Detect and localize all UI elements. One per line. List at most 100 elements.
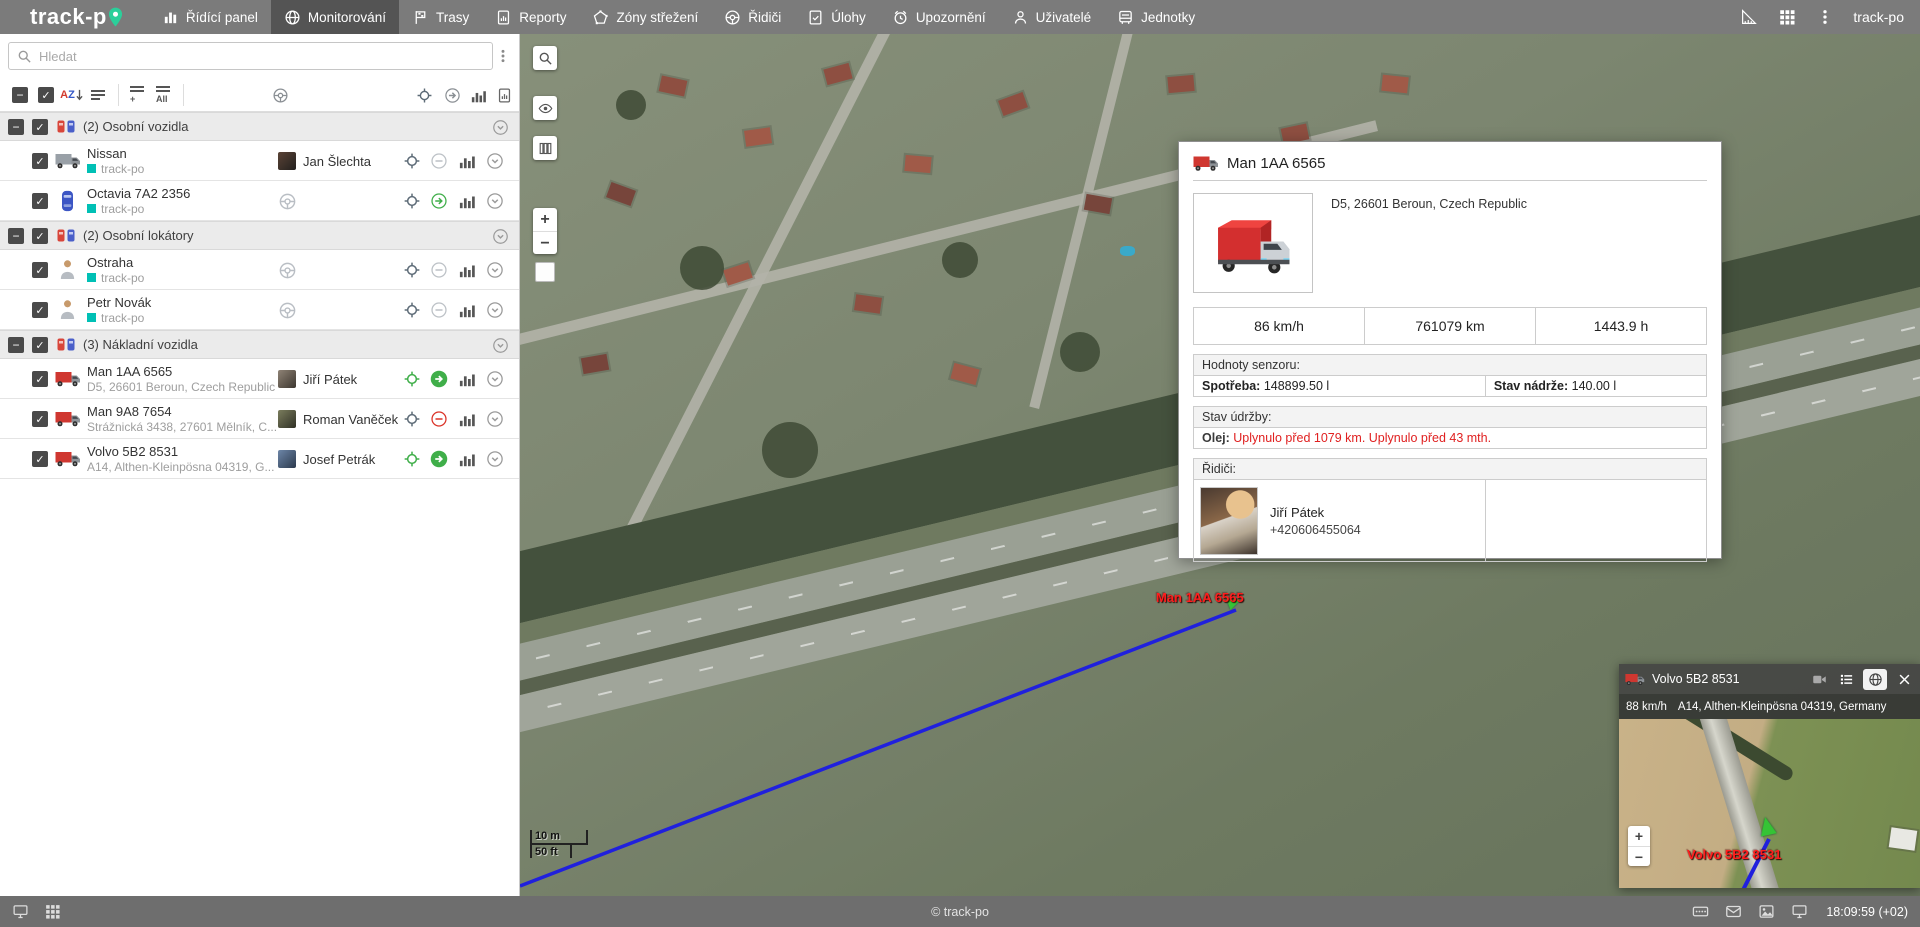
nav-item-notifications[interactable]: Upozornění xyxy=(879,0,999,34)
nav-item-monitoring[interactable]: Monitorování xyxy=(271,0,399,34)
follow-button[interactable] xyxy=(403,152,421,170)
row-checkbox[interactable] xyxy=(32,193,48,209)
stats-button[interactable] xyxy=(459,152,477,170)
group-header-osobni-vozidla[interactable]: (2) Osobní vozidla xyxy=(0,112,519,141)
stats-button[interactable] xyxy=(459,410,477,428)
chevron-down-icon[interactable] xyxy=(486,152,504,170)
search-input[interactable] xyxy=(39,49,484,64)
group-select-checkbox[interactable] xyxy=(32,337,48,353)
row-checkbox[interactable] xyxy=(32,451,48,467)
fullscreen-button[interactable] xyxy=(8,900,32,924)
chevron-down-icon[interactable] xyxy=(486,370,504,388)
stats-button[interactable] xyxy=(459,261,477,279)
chevron-down-icon[interactable] xyxy=(492,228,509,245)
follow-button[interactable] xyxy=(403,301,421,319)
row-checkbox[interactable] xyxy=(32,153,48,169)
panel-button[interactable] xyxy=(1688,900,1712,924)
follow-button-active[interactable] xyxy=(403,370,421,388)
app-logo[interactable]: track-p xyxy=(0,0,149,34)
group-header-osobni-lokatory[interactable]: (2) Osobní lokátory xyxy=(0,221,519,250)
locator-row-ostraha[interactable]: Ostraha track-po xyxy=(0,250,519,290)
grouping-button[interactable] xyxy=(86,83,110,107)
map-canvas[interactable]: Man 1AA 6565 + − 10 m 50 ft Man 1AA 6565… xyxy=(520,34,1920,896)
follow-button[interactable] xyxy=(403,261,421,279)
expand-all-button[interactable]: All xyxy=(151,83,175,107)
vehicle-row-nissan[interactable]: Nissan track-po Jan Šlechta xyxy=(0,141,519,181)
zoom-in-button[interactable]: + xyxy=(1628,826,1650,846)
expand-list-button[interactable]: + xyxy=(125,83,149,107)
row-checkbox[interactable] xyxy=(32,411,48,427)
stats-column-button[interactable] xyxy=(467,83,491,107)
locator-row-petr-novak[interactable]: Petr Novák track-po xyxy=(0,290,519,330)
chevron-down-icon[interactable] xyxy=(492,337,509,354)
account-name[interactable]: track-po xyxy=(1853,9,1904,25)
vehicle-row-octavia[interactable]: Octavia 7A2 2356 track-po xyxy=(0,181,519,221)
follow-button[interactable] xyxy=(403,410,421,428)
search-options-button[interactable] xyxy=(493,48,513,64)
group-header-nakladni-vozidla[interactable]: (3) Nákladní vozidla xyxy=(0,330,519,359)
nav-item-users[interactable]: Uživatelé xyxy=(999,0,1105,34)
chevron-down-icon[interactable] xyxy=(486,450,504,468)
chevron-down-icon[interactable] xyxy=(486,261,504,279)
map-vehicle-label[interactable]: Man 1AA 6565 xyxy=(1156,590,1244,605)
collapse-all-checkbox[interactable] xyxy=(8,83,32,107)
follow-button[interactable] xyxy=(403,192,421,210)
visibility-button[interactable] xyxy=(533,96,557,120)
group-collapse-checkbox[interactable] xyxy=(8,119,24,135)
stats-button[interactable] xyxy=(459,370,477,388)
nav-item-tasks[interactable]: Úlohy xyxy=(794,0,879,34)
chevron-down-icon[interactable] xyxy=(486,301,504,319)
motion-column-button[interactable] xyxy=(440,83,464,107)
zoom-out-button[interactable]: − xyxy=(533,231,557,254)
row-checkbox[interactable] xyxy=(32,371,48,387)
nav-item-dashboard[interactable]: Řídící panel xyxy=(149,0,271,34)
mini-map[interactable]: Volvo 5B2 8531 + − xyxy=(1619,719,1920,888)
nav-item-units[interactable]: Jednotky xyxy=(1104,0,1208,34)
vehicle-row-volvo[interactable]: Volvo 5B2 8531 A14, Althen-Kleinpösna 04… xyxy=(0,439,519,479)
messages-button[interactable] xyxy=(1721,900,1745,924)
close-button[interactable] xyxy=(1894,670,1914,688)
chevron-down-icon[interactable] xyxy=(486,192,504,210)
map-search-button[interactable] xyxy=(533,46,557,70)
row-checkbox[interactable] xyxy=(32,262,48,278)
mini-map-vehicle-label[interactable]: Volvo 5B2 8531 xyxy=(1687,847,1781,862)
nav-item-geofences[interactable]: Zóny střežení xyxy=(579,0,711,34)
chevron-down-icon[interactable] xyxy=(486,410,504,428)
display-button[interactable] xyxy=(1787,900,1811,924)
drivers-column-button[interactable] xyxy=(268,83,292,107)
group-select-checkbox[interactable] xyxy=(32,119,48,135)
group-collapse-checkbox[interactable] xyxy=(8,228,24,244)
search-box[interactable] xyxy=(8,42,493,70)
nav-item-reports[interactable]: Reporty xyxy=(482,0,579,34)
details-column-button[interactable] xyxy=(492,83,516,107)
vehicle-row-man-1aa[interactable]: Man 1AA 6565 D5, 26601 Beroun, Czech Rep… xyxy=(0,359,519,399)
chevron-down-icon[interactable] xyxy=(492,119,509,136)
zoom-in-button[interactable]: + xyxy=(533,208,557,231)
select-all-checkbox[interactable] xyxy=(34,83,58,107)
vehicle-heading-marker[interactable] xyxy=(1757,816,1776,837)
details-button[interactable] xyxy=(1836,670,1856,688)
more-menu-button[interactable] xyxy=(1811,3,1839,31)
stats-button[interactable] xyxy=(459,192,477,210)
group-select-checkbox[interactable] xyxy=(32,228,48,244)
follow-button-active[interactable] xyxy=(403,450,421,468)
overview-map-toggle[interactable] xyxy=(535,262,555,282)
apps-button[interactable] xyxy=(1773,3,1801,31)
nav-item-tracks[interactable]: Trasy xyxy=(399,0,482,34)
nav-item-drivers[interactable]: Řidiči xyxy=(711,0,794,34)
zoom-out-button[interactable]: − xyxy=(1628,846,1650,866)
layers-button[interactable] xyxy=(533,136,557,160)
stats-button[interactable] xyxy=(459,301,477,319)
group-collapse-checkbox[interactable] xyxy=(8,337,24,353)
stats-button[interactable] xyxy=(459,450,477,468)
map-mode-button-active[interactable] xyxy=(1863,669,1887,690)
media-button[interactable] xyxy=(1754,900,1778,924)
video-button[interactable] xyxy=(1809,670,1829,688)
apps-button[interactable] xyxy=(40,900,64,924)
row-checkbox[interactable] xyxy=(32,302,48,318)
sort-az-button[interactable]: AZ xyxy=(60,83,84,107)
status-bar: © track-po 18:09:59 (+02) xyxy=(0,896,1920,927)
measure-button[interactable] xyxy=(1735,3,1763,31)
follow-column-button[interactable] xyxy=(412,83,436,107)
vehicle-row-man-9a8[interactable]: Man 9A8 7654 Strážnická 3438, 27601 Měln… xyxy=(0,399,519,439)
